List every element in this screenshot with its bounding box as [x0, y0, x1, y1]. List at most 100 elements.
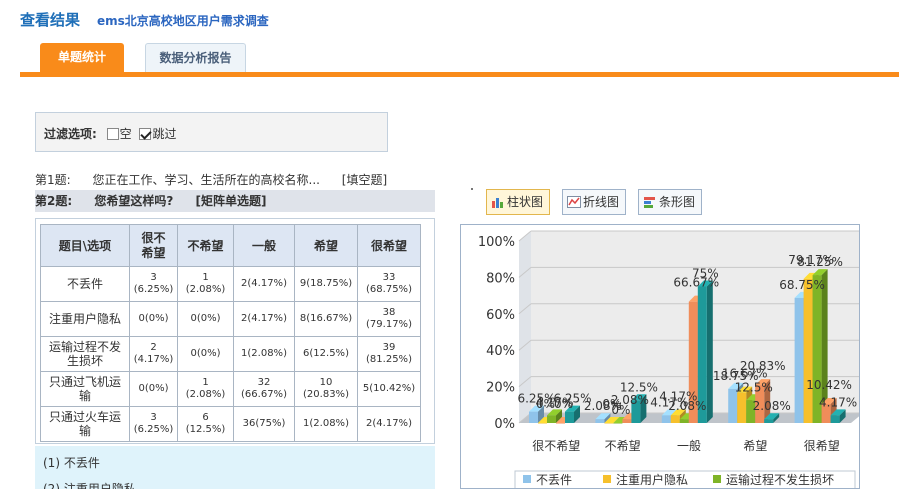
tab-data-analysis-report[interactable]: 数据分析报告 — [145, 43, 246, 72]
tab-single-question-stats[interactable]: 单题统计 — [40, 43, 124, 72]
table-cell: 9(18.75%) — [294, 266, 358, 302]
bar — [613, 423, 623, 424]
bar — [764, 419, 774, 423]
filter-label: 过滤选项: — [44, 127, 97, 141]
table-cell-line: 2 — [150, 342, 157, 353]
table-cell: 3 (6.25%) — [129, 406, 178, 442]
data-label: 2.08% — [753, 399, 791, 413]
table-cell: 2(4.17%) — [233, 301, 295, 337]
bar — [830, 415, 840, 423]
horizontal-bar-chart-button[interactable]: 条形图 — [638, 189, 702, 215]
bar — [529, 411, 538, 423]
bar — [737, 392, 747, 423]
table-cell-line: 38 — [382, 307, 396, 318]
table-cell: 1(2.08%) — [177, 266, 234, 302]
table-cell: 8(16.67%) — [294, 301, 358, 337]
separator-dot — [471, 188, 473, 190]
legend-label: 不丢件 — [536, 473, 572, 487]
table-header: 一般 — [233, 224, 295, 267]
table-cell-line: (79.17%) — [366, 319, 412, 330]
page-title: 查看结果 — [20, 11, 81, 29]
table-cell-line: 2(4.17%) — [241, 278, 287, 289]
table-row: 只通过火车运输 3 (6.25%) 6 (12.5%) 36(75%) 1(2.08%) 2(… — [40, 406, 421, 442]
table-cell: 33 (68.75%) — [357, 266, 421, 302]
table-cell-line: (81.25%) — [366, 354, 412, 365]
table-cell-line: (6.25%) — [133, 284, 174, 295]
legend-label: 运输过程不发生损坏 — [726, 472, 834, 487]
filter-skip-checkbox[interactable] — [139, 128, 152, 140]
table-cell: 1(2.08%) — [233, 336, 295, 372]
data-label: 68.75% — [779, 278, 825, 292]
table-cell-line: 1(2.08%) — [303, 418, 349, 429]
line-chart-label: 折线图 — [583, 195, 620, 209]
line-chart-button[interactable]: 折线图 — [562, 189, 626, 215]
y-tick-label: 0% — [494, 417, 515, 432]
x-tick-label: 很不希望 — [532, 438, 580, 453]
bar-chart-label: 柱状图 — [507, 195, 544, 209]
bar — [604, 423, 614, 424]
question-2-text: 您希望这样吗? — [94, 194, 174, 208]
bar-chart-button[interactable]: 柱状图 — [486, 189, 550, 215]
data-label: 4.17% — [819, 395, 857, 409]
question-2-number: 第2题: — [35, 194, 73, 208]
bar — [565, 411, 574, 423]
bar — [538, 423, 547, 424]
question-2-type: [矩阵单选题] — [195, 194, 267, 208]
legend-swatch — [603, 475, 611, 483]
table-cell: 3 (6.25%) — [129, 266, 178, 302]
horizontal-bar-chart-icon — [644, 197, 655, 208]
table-cell-line: (4.17%) — [133, 354, 174, 365]
table-cell-line: 0(0%) — [190, 348, 221, 359]
data-label: 10.42% — [806, 378, 852, 392]
data-label: 12.5% — [620, 380, 658, 394]
data-label: 75% — [692, 267, 719, 281]
bar — [679, 419, 689, 423]
y-tick-label: 80% — [486, 271, 515, 286]
bar — [803, 278, 813, 423]
table-cell: 10 (20.83%) — [294, 371, 358, 407]
question-1-type: [填空题] — [341, 173, 388, 187]
legend-swatch — [523, 475, 531, 483]
table-cell-line: 9(18.75%) — [299, 278, 353, 289]
table-cell-line: 0(0%) — [138, 313, 169, 324]
option-list: (1) 不丢件 (2) 注重用户隐私 — [35, 446, 435, 489]
horizontal-bar-chart-label: 条形图 — [659, 195, 696, 209]
question-2-header[interactable]: 第2题: 您希望这样吗? [矩阵单选题] — [35, 190, 435, 212]
table-cell: 2(4.17%) — [233, 266, 295, 302]
data-label: 2.08% — [611, 393, 649, 407]
row-label: 运输过程不发生损坏 — [40, 336, 130, 372]
bar-chart: 0%20%40%60%80%100%很不希望 不希望 一般 希望 很希望6.25%0%4… — [478, 230, 859, 488]
tab-underline — [20, 72, 899, 77]
bar — [547, 415, 556, 423]
filter-empty-checkbox[interactable] — [106, 128, 119, 140]
y-tick-label: 100% — [478, 235, 515, 250]
table-header: 很不希望 — [129, 224, 178, 267]
bar — [670, 415, 680, 423]
table-cell: 1(2.08%) — [294, 406, 358, 442]
table-cell: 32 (66.67%) — [233, 371, 295, 407]
table-cell-line: 1(2.08%) — [241, 348, 287, 359]
table-cell-line: 0(0%) — [138, 383, 169, 394]
table-header: 希望 — [294, 224, 358, 267]
table-cell-line: (66.67%) — [241, 389, 287, 400]
data-label: 12.5% — [735, 380, 773, 394]
row-label: 不丢件 — [40, 266, 130, 302]
filter-panel: 过滤选项: 空 跳过 — [35, 112, 388, 152]
question-1[interactable]: 第1题: 您正在工作、学习、生活所在的高校名称... [填空题] — [35, 171, 405, 188]
page: 查看结果 ems北京高校地区用户需求调查 单题统计 数据分析报告 过滤选项: 空… — [0, 0, 899, 489]
table-cell-line: 32 — [257, 377, 271, 388]
table-cell-line: (20.83%) — [303, 389, 349, 400]
table-header: 很希望 — [357, 224, 421, 267]
table-cell: 0(0%) — [177, 301, 234, 337]
y-tick-label: 60% — [486, 308, 515, 323]
row-label: 只通过火车运输 — [40, 406, 130, 442]
bar-side — [706, 280, 713, 423]
table-cell-line: 2(4.17%) — [366, 418, 412, 429]
table-cell-line: 6(12.5%) — [303, 348, 349, 359]
filter-skip-label: 跳过 — [152, 127, 177, 141]
table-row: 不丢件 3 (6.25%) 1 (2.08%) 2(4.17%) 9(18.75%) 33 (6… — [40, 266, 421, 302]
table-cell-line: 33 — [382, 272, 396, 283]
table-cell-line: (6.25%) — [133, 424, 174, 435]
table-cell-line: 3 — [150, 272, 157, 283]
table-cell-line: 10 — [319, 377, 333, 388]
